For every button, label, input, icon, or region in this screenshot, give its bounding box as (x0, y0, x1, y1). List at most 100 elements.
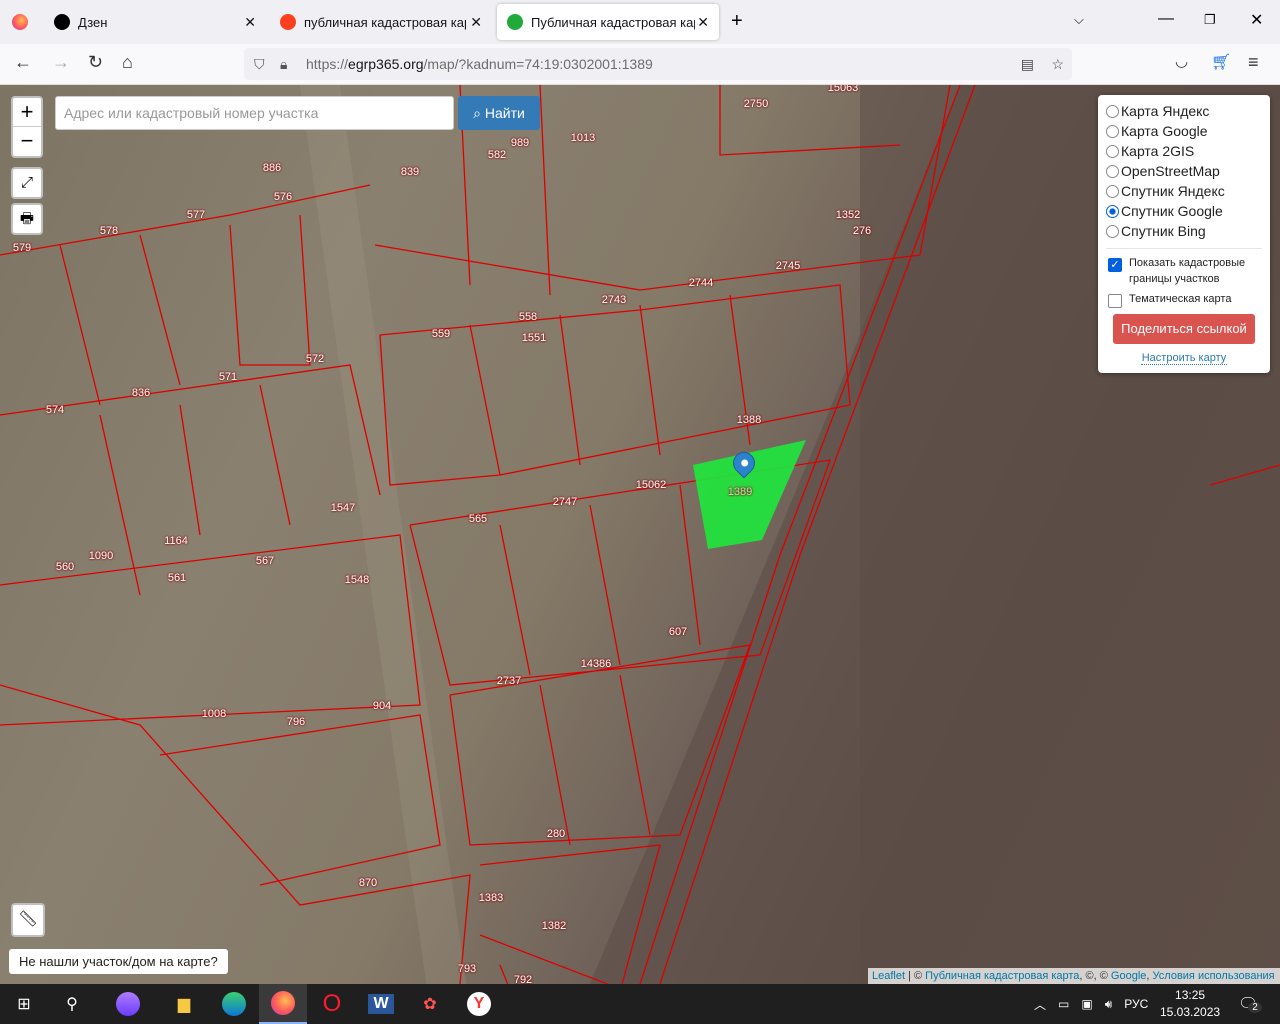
close-window-button[interactable]: ✕ (1250, 10, 1263, 30)
parcel-label[interactable]: 280 (547, 828, 565, 840)
parcel-label[interactable]: 1164 (164, 535, 188, 547)
parcel-label[interactable]: 276 (853, 225, 871, 237)
parcel-label[interactable]: 2747 (553, 496, 577, 508)
parcel-label[interactable]: 796 (287, 716, 305, 728)
google-link[interactable]: Google (1111, 970, 1146, 982)
parcel-label[interactable]: 989 (511, 137, 529, 149)
parcel-label[interactable]: 571 (219, 371, 237, 383)
parcel-label[interactable]: 2744 (689, 277, 713, 289)
parcel-label[interactable]: 2750 (744, 98, 768, 110)
edge-button[interactable] (210, 984, 258, 1024)
close-tab-icon[interactable]: ✕ (470, 14, 482, 31)
home-button[interactable]: ⌂ (122, 52, 133, 73)
close-tab-icon[interactable]: ✕ (697, 14, 709, 31)
parcel-label[interactable]: 582 (488, 149, 506, 161)
search-button[interactable]: ⌕ Найти (458, 96, 540, 130)
tray-chevron-icon[interactable]: ︿ (1034, 996, 1046, 1013)
parcel-label[interactable]: 1383 (479, 892, 503, 904)
parcel-label[interactable]: 558 (519, 311, 537, 323)
parcel-label[interactable]: 607 (669, 626, 687, 638)
parcel-label[interactable]: 2737 (497, 675, 521, 687)
url-bar[interactable]: ⛉ 🔒︎ https://egrp365.org/map/?kadnum=74:… (244, 48, 1072, 80)
parcel-label[interactable]: 15063 (828, 85, 859, 94)
parcel-label[interactable]: 904 (373, 700, 391, 712)
reader-view-icon[interactable]: ▤ (1021, 48, 1034, 80)
layer-option[interactable]: Спутник Bing (1106, 221, 1262, 241)
parcel-label[interactable]: 14386 (581, 658, 612, 670)
yandex-browser-button[interactable]: Y (455, 984, 503, 1024)
forward-button[interactable]: → (52, 52, 70, 73)
layer-option[interactable]: Спутник Google (1106, 201, 1262, 221)
parcel-label[interactable]: 836 (132, 387, 150, 399)
clock[interactable]: 13:25 15.03.2023 (1160, 987, 1220, 1021)
parcel-label[interactable]: 1551 (522, 332, 546, 344)
layer-option[interactable]: Карта Google (1106, 121, 1262, 141)
search-input[interactable]: Адрес или кадастровый номер участка (55, 96, 454, 130)
fullscreen-button[interactable]: ⤢ (11, 167, 43, 199)
bookmark-star-icon[interactable]: ☆ (1051, 48, 1064, 80)
parcel-label[interactable]: 793 (458, 963, 476, 975)
parcel-label[interactable]: 559 (432, 328, 450, 340)
reload-button[interactable]: ↻ (88, 52, 103, 73)
tab-yandex-search[interactable]: публичная кадастровая карта ✕ (270, 4, 492, 40)
parcel-label[interactable]: 560 (56, 561, 74, 573)
layer-option[interactable]: Карта 2GIS (1106, 141, 1262, 161)
start-button[interactable]: ⊞ (0, 984, 48, 1024)
parcel-label[interactable]: 1548 (345, 574, 369, 586)
maximize-button[interactable]: ❐ (1204, 12, 1216, 28)
parcel-label[interactable]: 1013 (571, 132, 595, 144)
parcel-label[interactable]: 1547 (331, 502, 355, 514)
firefox-menu-icon[interactable] (12, 14, 28, 30)
word-button[interactable]: W (357, 984, 405, 1024)
share-link-button[interactable]: Поделиться ссылкой (1113, 314, 1255, 344)
zoom-out-button[interactable]: − (13, 127, 41, 156)
parcel-label[interactable]: 15062 (636, 479, 667, 491)
new-tab-button[interactable]: + (731, 10, 743, 33)
back-button[interactable]: ← (14, 52, 32, 73)
menu-icon[interactable]: ≡ (1248, 52, 1259, 73)
parcel-label[interactable]: 1090 (89, 550, 113, 562)
parcel-label[interactable]: 565 (469, 513, 487, 525)
tab-dzen[interactable]: Дзен ✕ (44, 4, 266, 40)
layer-option[interactable]: Карта Яндекс (1106, 101, 1262, 121)
cart-extension-icon[interactable]: 🛒︎ (1211, 52, 1231, 72)
language-indicator[interactable]: РУС (1124, 997, 1148, 1011)
volume-icon[interactable]: 🔊︎ (1105, 997, 1113, 1012)
parcel-label[interactable]: 1388 (737, 414, 761, 426)
opera-button[interactable]: O (308, 984, 356, 1024)
parcel-label[interactable]: 578 (100, 225, 118, 237)
explorer-button[interactable]: ▆ (160, 984, 208, 1024)
parcel-label[interactable]: 574 (46, 404, 64, 416)
parcel-label[interactable]: 1008 (202, 708, 226, 720)
pocket-icon[interactable]: ◡ (1175, 52, 1188, 70)
measure-ruler-button[interactable]: 📏︎ (11, 903, 45, 937)
minimize-button[interactable]: — (1158, 10, 1174, 28)
layer-option[interactable]: Спутник Яндекс (1106, 181, 1262, 201)
thematic-map-checkbox[interactable]: Тематическая карта (1106, 291, 1262, 308)
parcel-label[interactable]: 886 (263, 162, 281, 174)
parcel-label[interactable]: 567 (256, 555, 274, 567)
parcel-label[interactable]: 870 (359, 877, 377, 889)
not-found-button[interactable]: Не нашли участок/дом на карте? (9, 949, 228, 974)
configure-map-link[interactable]: Настроить карту (1141, 352, 1227, 365)
leaflet-link[interactable]: Leaflet (872, 970, 905, 982)
tray-app-icon[interactable]: ▣ (1081, 997, 1092, 1011)
notifications-button[interactable]: 🗨︎2 (1238, 994, 1262, 1014)
parcel-label[interactable]: 839 (401, 166, 419, 178)
meet-icon[interactable]: ▭ (1058, 997, 1069, 1011)
parcel-label[interactable]: 579 (13, 242, 31, 254)
parcel-label[interactable]: 2743 (602, 294, 626, 306)
pkk-link[interactable]: Публичная кадастровая карта (925, 970, 1079, 982)
app-button[interactable]: ✿ (406, 984, 454, 1024)
parcel-label[interactable]: 576 (274, 191, 292, 203)
parcel-label[interactable]: 2745 (776, 260, 800, 272)
parcel-label[interactable]: 792 (514, 974, 532, 984)
parcel-label[interactable]: 572 (306, 353, 324, 365)
terms-link[interactable]: Условия использования (1153, 970, 1275, 982)
close-tab-icon[interactable]: ✕ (244, 14, 256, 31)
parcel-label[interactable]: 1352 (836, 209, 860, 221)
alice-button[interactable] (104, 984, 152, 1024)
list-tabs-icon[interactable]: ⌵ (1074, 12, 1084, 28)
parcel-label[interactable]: 561 (168, 572, 186, 584)
firefox-button[interactable] (259, 984, 307, 1024)
